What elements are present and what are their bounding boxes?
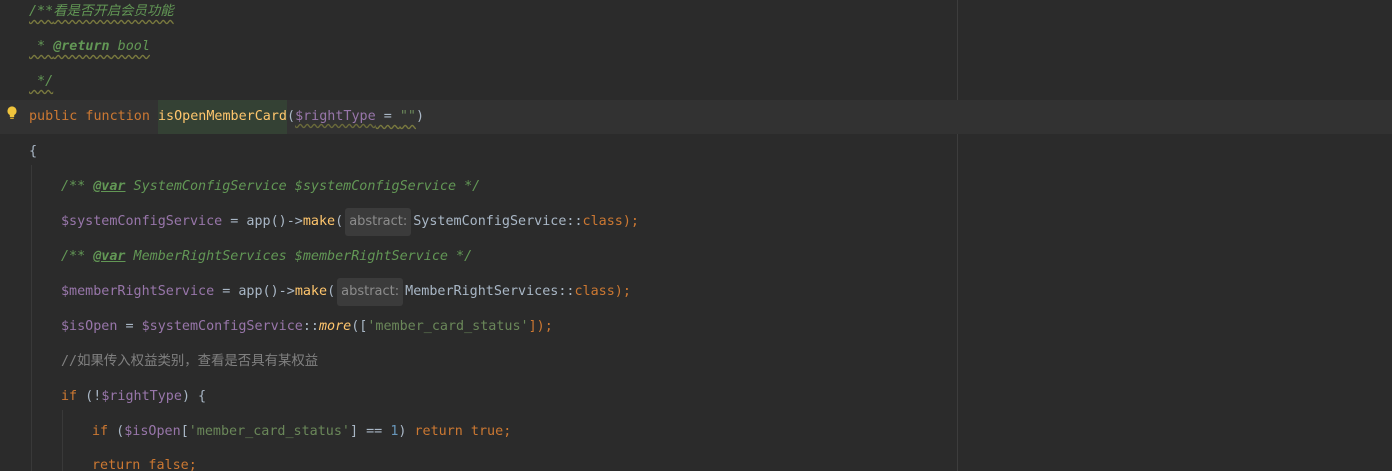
- return-statement: return false;: [92, 458, 197, 471]
- parameter-hint: abstract:: [337, 278, 404, 306]
- code-line[interactable]: $memberRightService = app()->make(abstra…: [0, 278, 1392, 306]
- doc-comment: /** @var MemberRightServices $memberRigh…: [61, 249, 473, 264]
- statement: $systemConfigService = app()->make(abstr…: [61, 208, 639, 236]
- code-line[interactable]: /**看是否开启会员功能: [0, 0, 1392, 24]
- doc-comment: */: [29, 74, 54, 89]
- code-line[interactable]: * @return bool: [0, 35, 1392, 59]
- statement: $memberRightService = app()->make(abstra…: [61, 278, 631, 306]
- code-line[interactable]: //如果传入权益类别，查看是否具有某权益: [0, 350, 1392, 374]
- code-line[interactable]: {: [0, 140, 1392, 164]
- statement: $isOpen = $systemConfigService::more(['m…: [61, 319, 553, 334]
- function-name[interactable]: isOpenMemberCard: [158, 100, 287, 134]
- code-line[interactable]: */: [0, 70, 1392, 94]
- if-statement: if ($isOpen['member_card_status'] == 1) …: [92, 424, 512, 439]
- lightbulb-icon[interactable]: [6, 105, 18, 121]
- brace: {: [29, 144, 38, 159]
- function-declaration: public function isOpenMemberCard($rightT…: [29, 100, 424, 134]
- code-line[interactable]: /** @var SystemConfigService $systemConf…: [0, 175, 1392, 199]
- doc-comment: * @return bool: [29, 39, 150, 54]
- if-statement: if (!$rightType) {: [61, 389, 207, 404]
- parameter-hint: abstract:: [345, 208, 412, 236]
- code-line-current[interactable]: public function isOpenMemberCard($rightT…: [0, 100, 1392, 134]
- code-line[interactable]: if ($isOpen['member_card_status'] == 1) …: [0, 420, 1392, 444]
- parameter[interactable]: $rightType: [295, 109, 376, 124]
- code-line[interactable]: $systemConfigService = app()->make(abstr…: [0, 208, 1392, 236]
- code-editor[interactable]: /**看是否开启会员功能 * @return bool */ public fu…: [0, 0, 1392, 471]
- doc-comment: /** @var SystemConfigService $systemConf…: [61, 179, 481, 194]
- code-line[interactable]: $isOpen = $systemConfigService::more(['m…: [0, 315, 1392, 339]
- doc-comment: /**看是否开启会员功能: [29, 4, 174, 19]
- code-line[interactable]: return false;: [0, 454, 1392, 471]
- line-comment: //如果传入权益类别，查看是否具有某权益: [61, 354, 319, 369]
- code-line[interactable]: if (!$rightType) {: [0, 385, 1392, 409]
- code-line[interactable]: /** @var MemberRightServices $memberRigh…: [0, 245, 1392, 269]
